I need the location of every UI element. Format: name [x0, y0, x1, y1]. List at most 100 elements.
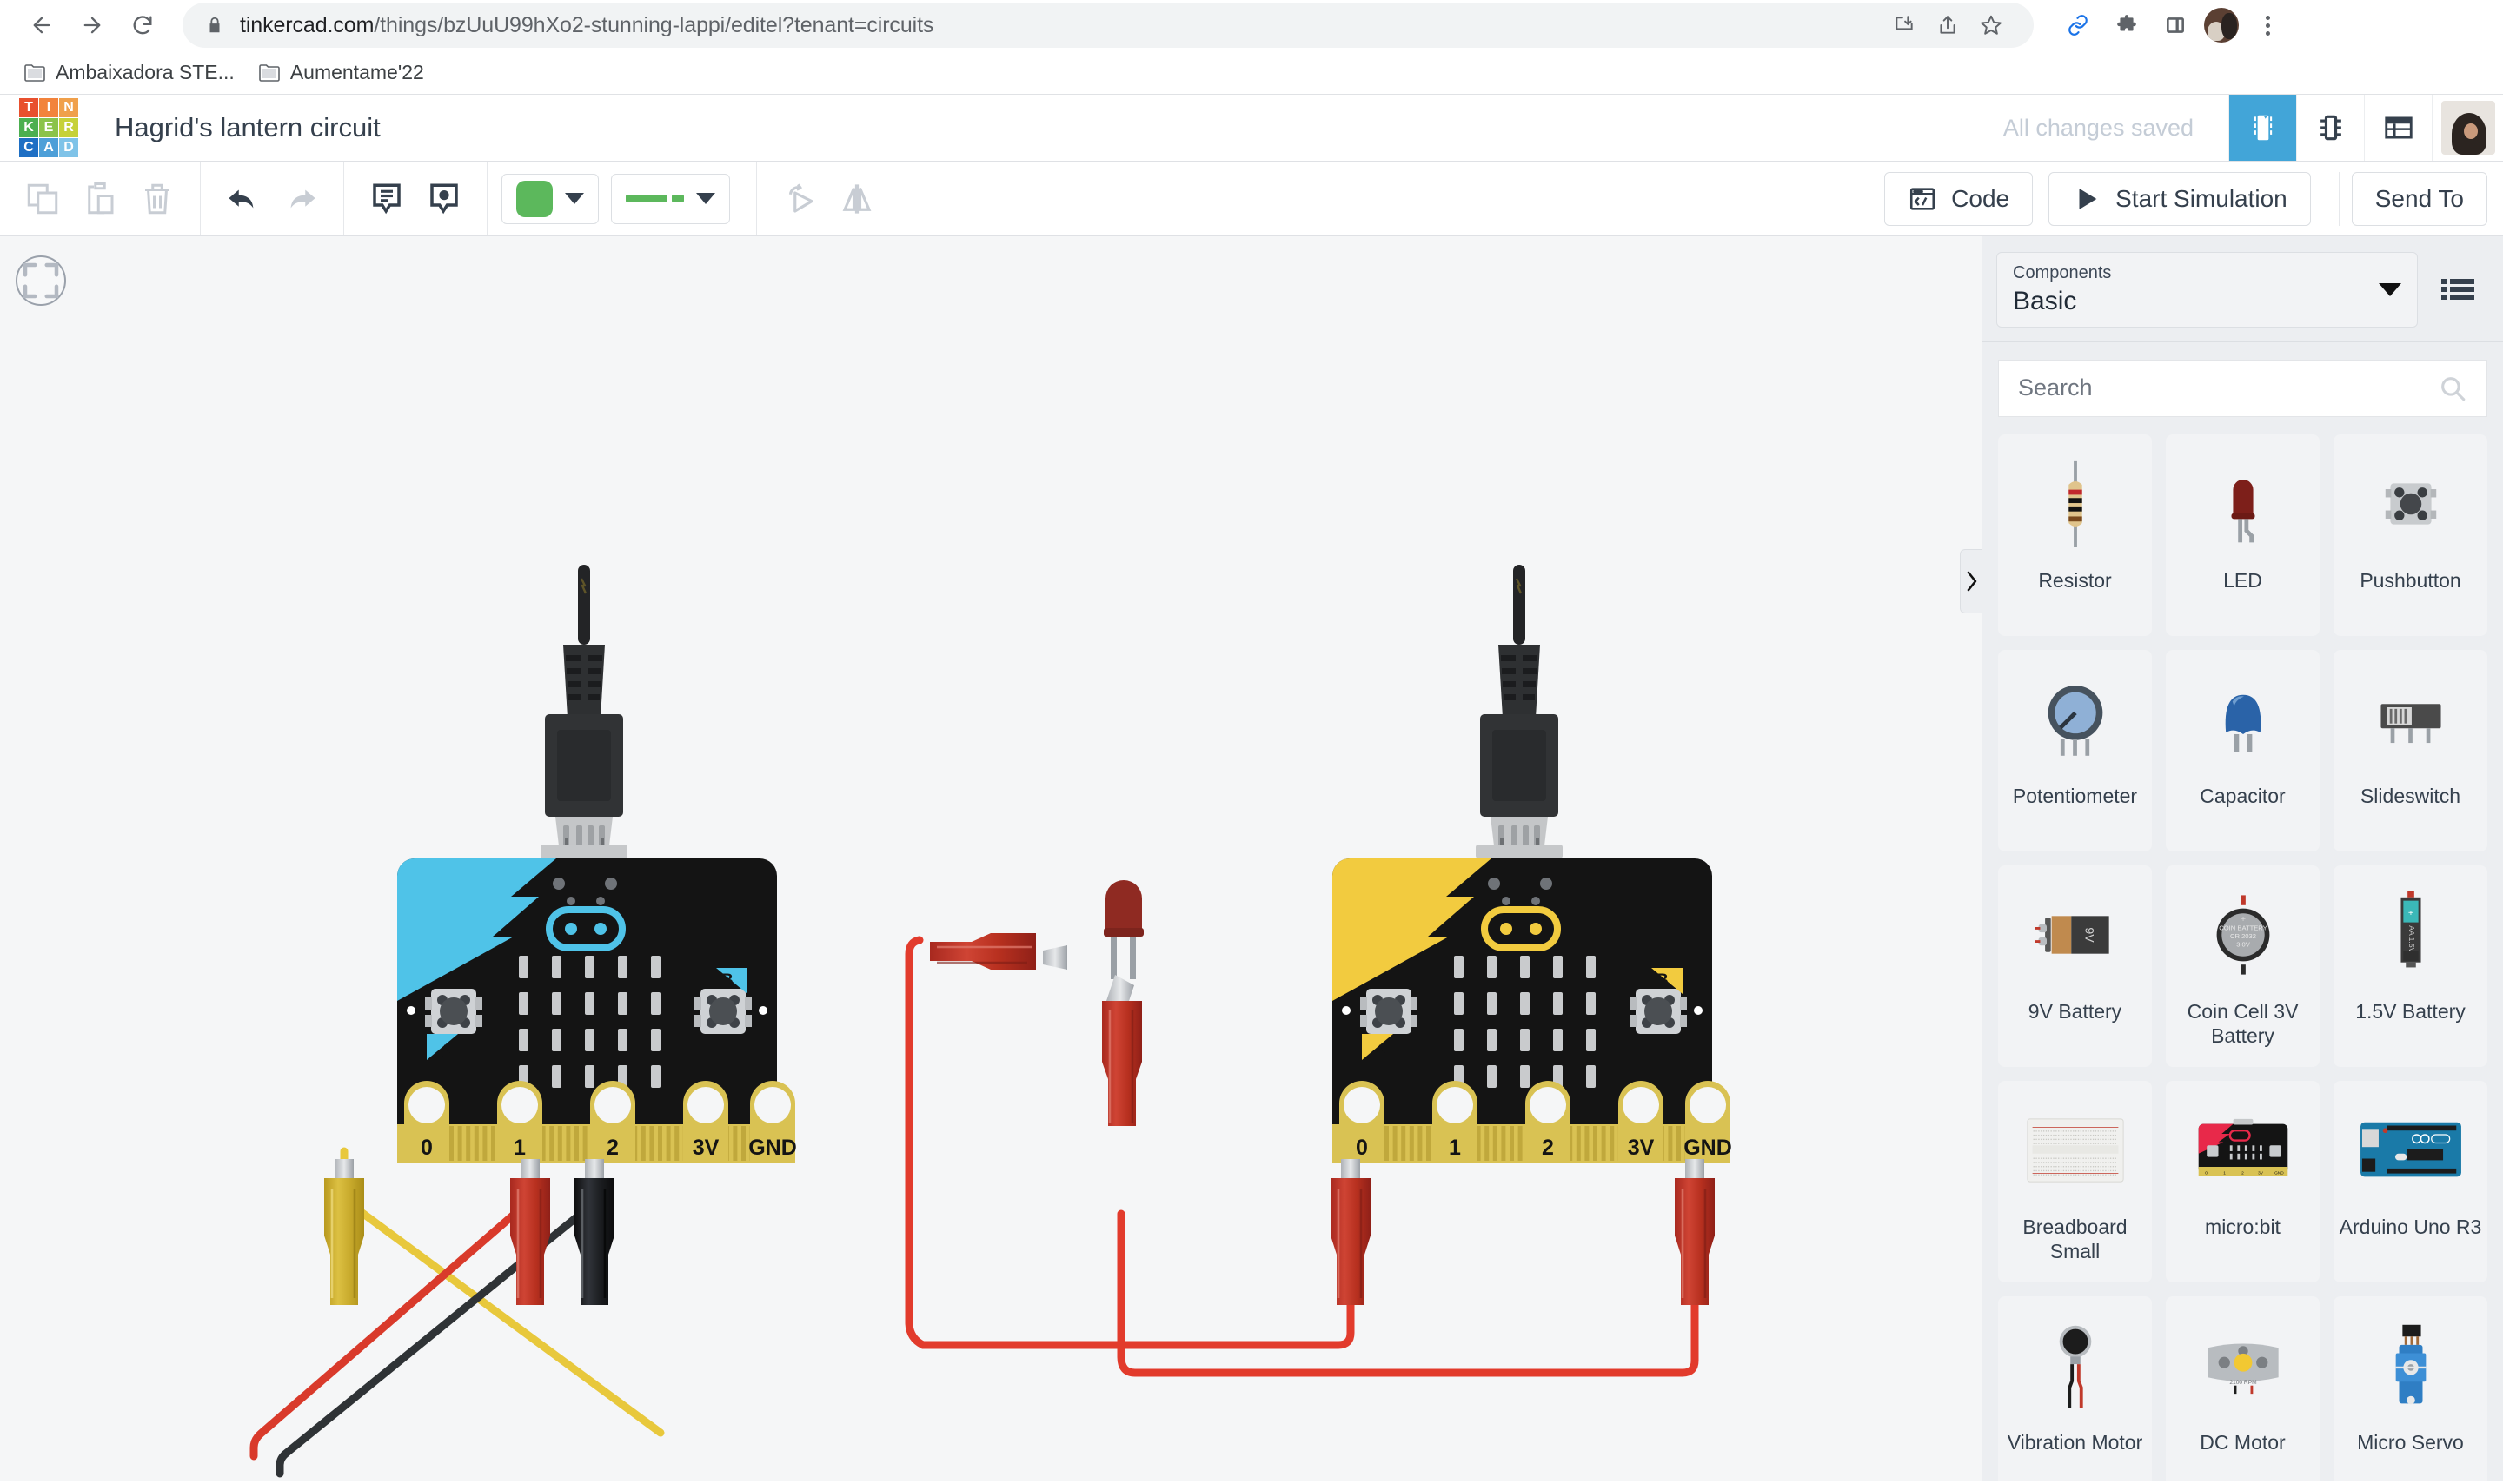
search-icon: [2438, 374, 2467, 403]
component-label: micro:bit: [2205, 1215, 2281, 1240]
wire-red-led-right: [1121, 1214, 1695, 1373]
side-panel-button[interactable]: [2155, 5, 2195, 45]
paste-button[interactable]: [71, 172, 129, 226]
svg-text:A: A: [440, 1043, 452, 1061]
browser-menu-button[interactable]: [2247, 5, 2287, 45]
link-button[interactable]: [2058, 5, 2098, 45]
tinkercad-logo[interactable]: TINKERCAD: [0, 98, 97, 157]
rotate-button[interactable]: [771, 172, 828, 226]
copy-icon: [24, 181, 61, 217]
profile-avatar[interactable]: [2204, 8, 2239, 43]
svg-text:0: 0: [421, 1136, 433, 1160]
toolbar-divider: [2339, 172, 2340, 226]
share-button[interactable]: [1928, 5, 1968, 45]
component-label: Slideswitch: [2360, 784, 2460, 809]
undo-button[interactable]: [215, 172, 272, 226]
side-panel-icon: [2164, 14, 2187, 36]
breadboard-view-button[interactable]: [2228, 95, 2296, 161]
wire-color-picker[interactable]: [501, 174, 599, 224]
start-simulation-button[interactable]: Start Simulation: [2048, 172, 2311, 226]
bookmark-button[interactable]: [1971, 5, 2011, 45]
alligator-clip-red-horizontal: [930, 933, 1067, 970]
component-tile-microbit[interactable]: 0123VGNDmicro:bit: [2166, 1081, 2320, 1282]
component-label: Breadboard Small: [2003, 1215, 2147, 1265]
schematic-view-button[interactable]: [2296, 95, 2364, 161]
bookmark-item-1[interactable]: Aumentame'22: [259, 61, 424, 84]
component-tile-vibmotor[interactable]: Vibration Motor: [1998, 1296, 2152, 1482]
panel-collapse-button[interactable]: [1960, 549, 1982, 613]
component-label: Capacitor: [2200, 784, 2285, 809]
component-tile-dcmotor[interactable]: 2100 RPMDC Motor: [2166, 1296, 2320, 1482]
microbit-right: A B 0123VGND: [1332, 845, 1732, 1163]
delete-button[interactable]: [129, 172, 186, 226]
alligator-clip-black-gnd: [574, 1159, 614, 1305]
component-tile-pushbutton[interactable]: Pushbutton: [2334, 434, 2487, 636]
wire-style-preview: [626, 195, 684, 202]
svg-text:2100 RPM: 2100 RPM: [2229, 1379, 2256, 1385]
wire-style-picker[interactable]: [611, 174, 730, 224]
copy-button[interactable]: [14, 172, 71, 226]
component-tile-capacitor[interactable]: Capacitor: [2166, 650, 2320, 851]
lock-icon: [205, 16, 224, 35]
page-title[interactable]: Hagrid's lantern circuit: [115, 112, 381, 143]
wire-style-group: [488, 162, 757, 235]
note-button[interactable]: [358, 172, 415, 226]
led-icon: [2171, 447, 2314, 561]
logo-tile-i: I: [39, 98, 58, 117]
redo-button[interactable]: [272, 172, 329, 226]
extensions-button[interactable]: [2107, 5, 2147, 45]
svg-text:2: 2: [607, 1136, 619, 1160]
circuit-canvas[interactable]: A B 0123VGND: [0, 236, 1982, 1481]
potentiometer-icon: [2003, 662, 2147, 777]
user-avatar[interactable]: [2432, 95, 2503, 161]
component-tile-resistor[interactable]: Resistor: [1998, 434, 2152, 636]
dropdown-caption: Components: [2013, 262, 2379, 285]
svg-text:3V: 3V: [693, 1136, 720, 1160]
panel-header: Components Basic: [1982, 236, 2503, 342]
svg-text:2: 2: [2241, 1170, 2244, 1176]
pushbutton-icon: [2339, 447, 2482, 561]
component-tile-servo[interactable]: Micro Servo: [2334, 1296, 2487, 1482]
component-tile-potentiometer[interactable]: Potentiometer: [1998, 650, 2152, 851]
logo-tile-c: C: [19, 138, 38, 157]
component-tile-arduino[interactable]: Arduino Uno R3: [2334, 1081, 2487, 1282]
chevron-down-icon: [565, 193, 584, 204]
code-button[interactable]: Code: [1884, 172, 2033, 226]
svg-text:COIN BATTERY: COIN BATTERY: [2219, 924, 2267, 931]
kebab-menu-icon: [2266, 16, 2270, 36]
battery9v-icon: 9V: [2003, 878, 2147, 992]
component-tile-battery15v[interactable]: +AA 1.5V1.5V Battery: [2334, 865, 2487, 1067]
servo-icon: [2339, 1308, 2482, 1423]
component-tile-coincell[interactable]: COIN BATTERYCR 20323.0V+Coin Cell 3V Bat…: [2166, 865, 2320, 1067]
install-button[interactable]: [1884, 5, 1924, 45]
svg-text:1: 1: [514, 1136, 526, 1160]
mirror-button[interactable]: [828, 172, 886, 226]
schematic-chip-icon: [2314, 111, 2347, 144]
highlight-button[interactable]: [415, 172, 473, 226]
code-label: Code: [1951, 185, 2009, 213]
note-icon: [368, 181, 405, 217]
browser-toolbar: tinkercad.com/things/bzUuU99hXo2-stunnin…: [0, 0, 2503, 50]
send-to-button[interactable]: Send To: [2352, 172, 2487, 226]
back-button[interactable]: [19, 3, 64, 48]
svg-text:+: +: [2240, 914, 2245, 924]
svg-text:B: B: [1656, 971, 1669, 990]
svg-text:+: +: [2407, 907, 2413, 918]
component-tile-breadboard[interactable]: Breadboard Small: [1998, 1081, 2152, 1282]
components-category-dropdown[interactable]: Components Basic: [1996, 252, 2418, 328]
reload-button[interactable]: [120, 3, 165, 48]
browser-extension-area: [2051, 5, 2287, 45]
component-tile-slideswitch[interactable]: Slideswitch: [2334, 650, 2487, 851]
component-tile-led[interactable]: LED: [2166, 434, 2320, 636]
bookmark-item-0[interactable]: Ambaixadora STE...: [24, 61, 235, 84]
svg-text:A: A: [1375, 1043, 1387, 1061]
forward-button[interactable]: [70, 3, 115, 48]
address-bar[interactable]: tinkercad.com/things/bzUuU99hXo2-stunnin…: [183, 3, 2034, 48]
component-list-button[interactable]: [2364, 95, 2432, 161]
svg-text:3V: 3V: [2258, 1170, 2264, 1176]
list-view-toggle[interactable]: [2427, 252, 2489, 328]
search-box[interactable]: [1998, 360, 2487, 417]
slideswitch-icon: [2339, 662, 2482, 777]
component-tile-battery9v[interactable]: 9V9V Battery: [1998, 865, 2152, 1067]
search-input[interactable]: [2018, 374, 2438, 401]
